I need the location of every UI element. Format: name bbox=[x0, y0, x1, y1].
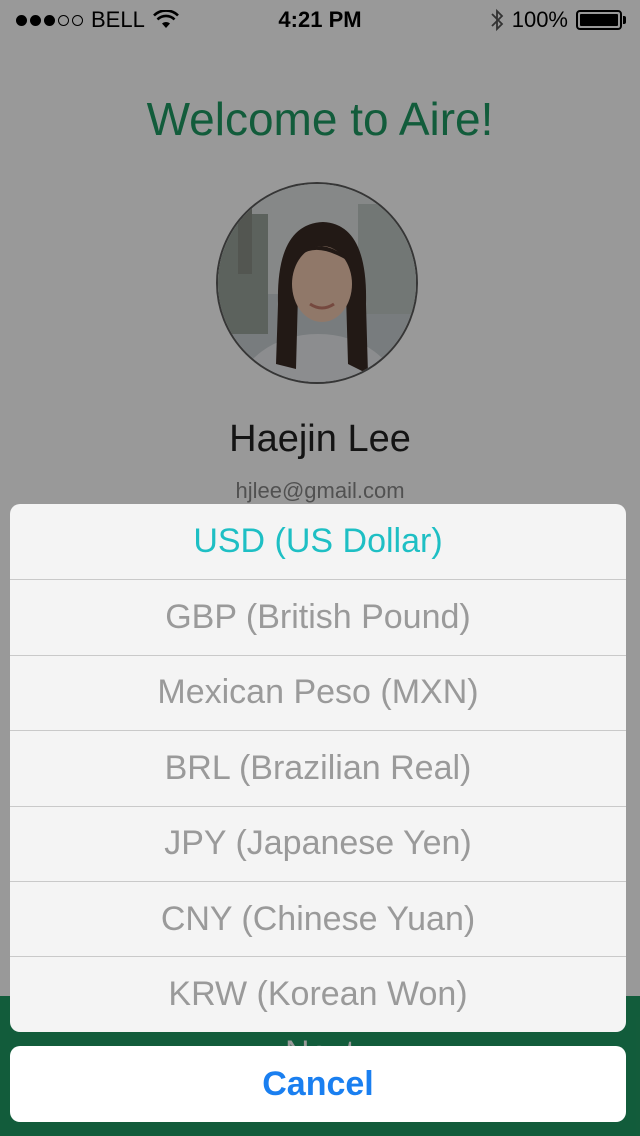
currency-option-usd[interactable]: USD (US Dollar) bbox=[10, 504, 626, 579]
currency-option-mxn[interactable]: Mexican Peso (MXN) bbox=[10, 654, 626, 730]
currency-action-sheet: USD (US Dollar) GBP (British Pound) Mexi… bbox=[10, 504, 626, 1032]
cancel-button[interactable]: Cancel bbox=[10, 1046, 626, 1122]
currency-option-jpy[interactable]: JPY (Japanese Yen) bbox=[10, 805, 626, 881]
currency-option-krw[interactable]: KRW (Korean Won) bbox=[10, 956, 626, 1031]
currency-option-gbp[interactable]: GBP (British Pound) bbox=[10, 579, 626, 654]
currency-option-cny[interactable]: CNY (Chinese Yuan) bbox=[10, 880, 626, 956]
currency-option-brl[interactable]: BRL (Brazilian Real) bbox=[10, 730, 626, 805]
